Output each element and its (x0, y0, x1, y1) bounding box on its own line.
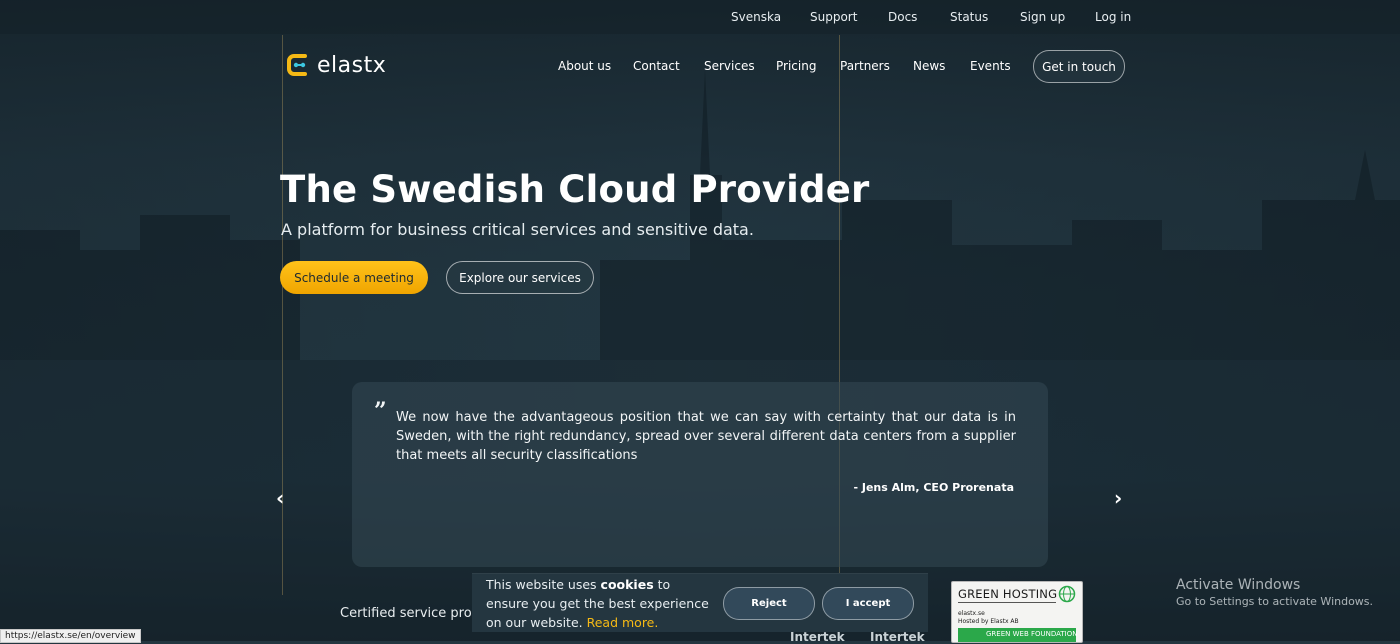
chevron-right-icon[interactable]: › (1114, 486, 1122, 510)
hero-subtitle: A platform for business critical service… (281, 220, 754, 239)
globe-leaf-icon (1058, 585, 1076, 603)
activate-windows-title: Activate Windows (1176, 577, 1301, 593)
intertek-logo: Intertek (870, 630, 925, 644)
green-web-foundation-bar: GREEN WEB FOUNDATION (958, 628, 1078, 642)
hero-title: The Swedish Cloud Provider (280, 168, 870, 211)
logo-wordmark: elastx (317, 52, 387, 78)
nav-item-pricing[interactable]: Pricing (776, 59, 816, 73)
chevron-left-icon[interactable]: ‹ (276, 486, 284, 510)
activate-windows-hint: Go to Settings to activate Windows. (1176, 595, 1374, 608)
site-logo[interactable]: elastx (285, 52, 386, 78)
elastx-logo-icon (287, 54, 307, 76)
language-link-svenska[interactable]: Svenska (731, 10, 781, 24)
nav-item-partners[interactable]: Partners (840, 59, 890, 73)
nav-item-services[interactable]: Services (704, 59, 755, 73)
nav-item-events[interactable]: Events (970, 59, 1011, 73)
windows-activation-watermark: Activate Windows Go to Settings to activ… (1176, 577, 1373, 608)
green-hosting-host: Hosted by Elastx AB (958, 618, 1019, 625)
intertek-logo: Intertek (790, 630, 845, 644)
cookie-text-start: This website uses (486, 577, 601, 592)
cookie-message: This website uses cookies to ensure you … (486, 575, 711, 632)
explore-services-button[interactable]: Explore our services (446, 261, 594, 294)
green-web-foundation-label: GREEN WEB FOUNDATION (986, 630, 1078, 638)
status-link[interactable]: Status (950, 10, 988, 24)
testimonial-author: - Jens Alm, CEO Prorenata (853, 481, 1014, 494)
badge-divider (958, 602, 1056, 603)
top-utility-bar: Svenska Support Docs Status Sign up Log … (0, 0, 1400, 34)
nav-item-about-us[interactable]: About us (558, 59, 611, 73)
cookie-text-bold: cookies (600, 577, 654, 592)
log-in-link[interactable]: Log in (1095, 10, 1131, 24)
decorative-guide-line (282, 35, 283, 595)
nav-item-contact[interactable]: Contact (633, 59, 680, 73)
cookie-banner: This website uses cookies to ensure you … (472, 573, 928, 632)
nav-item-news[interactable]: News (913, 59, 945, 73)
green-hosting-title: GREEN HOSTING (958, 587, 1058, 601)
cookie-reject-button[interactable]: Reject (723, 587, 815, 620)
certified-provider-heading: Certified service provid (340, 606, 473, 621)
testimonial-text: We now have the advantageous position th… (396, 410, 1016, 463)
docs-link[interactable]: Docs (888, 10, 917, 24)
cookie-accept-button[interactable]: I accept (822, 587, 914, 620)
cookie-read-more-link[interactable]: Read more. (587, 615, 659, 630)
support-link[interactable]: Support (810, 10, 857, 24)
quote-icon: ” (374, 398, 387, 424)
green-hosting-domain: elastx.se (958, 610, 985, 617)
get-in-touch-button[interactable]: Get in touch (1033, 50, 1125, 83)
sign-up-link[interactable]: Sign up (1020, 10, 1065, 24)
green-hosting-badge[interactable]: GREEN HOSTING elastx.se Hosted by Elastx… (951, 581, 1083, 643)
schedule-meeting-button[interactable]: Schedule a meeting (280, 261, 428, 294)
testimonial-card: ” We now have the advantageous position … (352, 382, 1048, 567)
